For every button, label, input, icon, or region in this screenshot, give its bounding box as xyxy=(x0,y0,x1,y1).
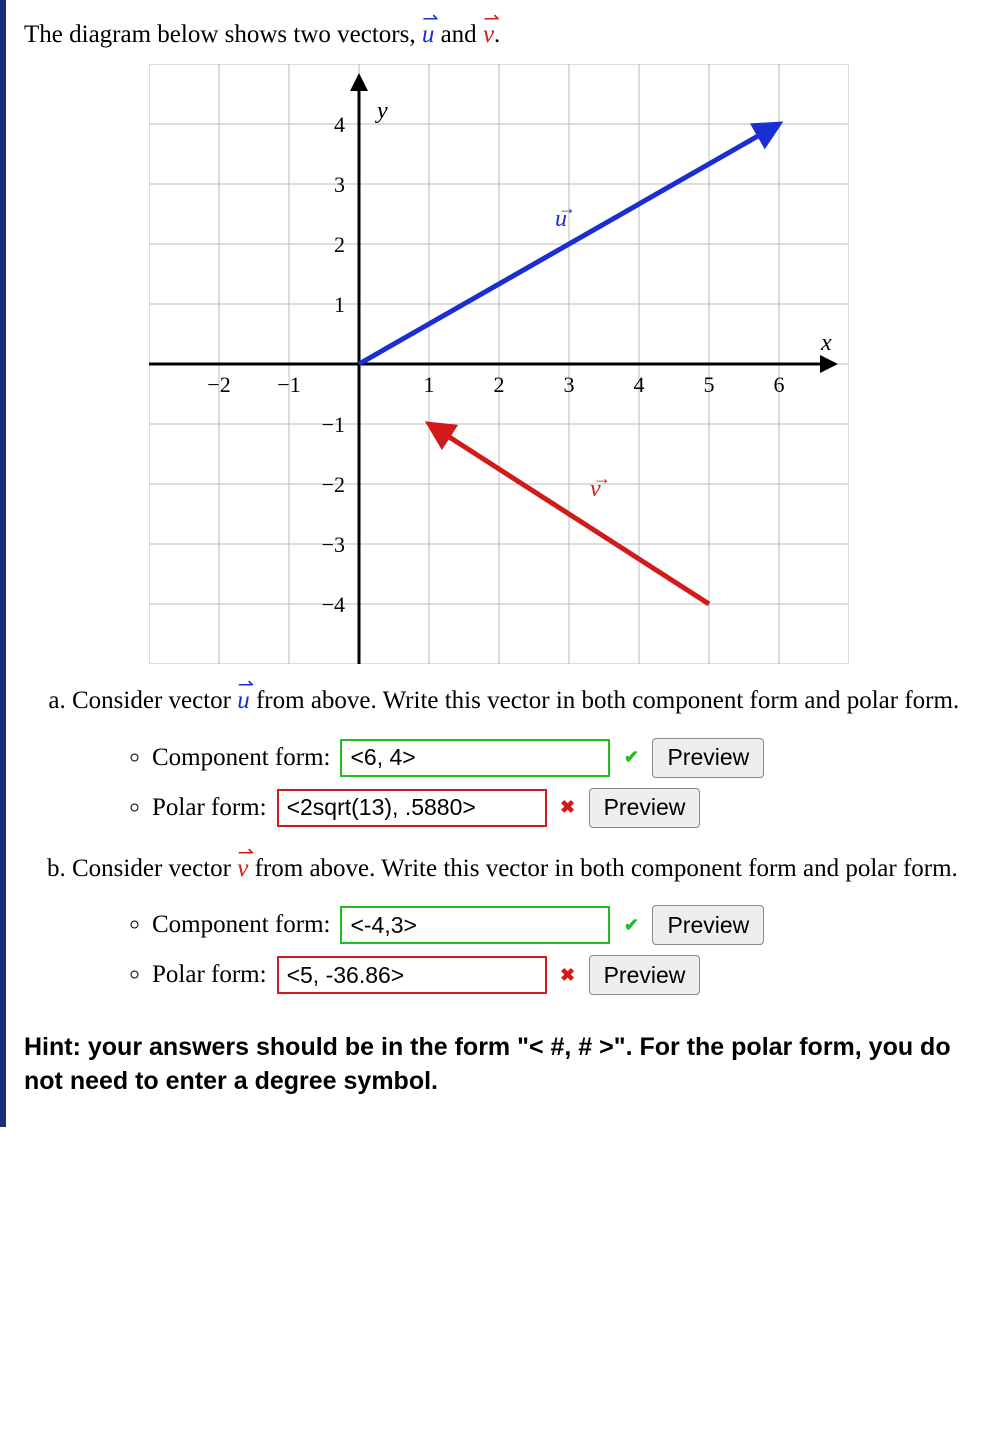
svg-text:4: 4 xyxy=(334,112,345,137)
part-a-text-before: Consider vector xyxy=(72,687,237,714)
svg-text:y: y xyxy=(375,98,388,124)
preview-button[interactable]: Preview xyxy=(589,955,701,995)
svg-text:u: u xyxy=(555,206,567,232)
svg-text:1: 1 xyxy=(334,292,345,317)
polar-label: Polar form: xyxy=(152,791,267,825)
check-icon: ✔ xyxy=(620,747,642,769)
preview-button[interactable]: Preview xyxy=(589,788,701,828)
hint-text: Hint: your answers should be in the form… xyxy=(24,1031,974,1099)
preview-button[interactable]: Preview xyxy=(652,738,764,778)
part-a-polar-input[interactable] xyxy=(277,789,547,827)
u-vector-symbol: ⇀u xyxy=(237,684,250,718)
svg-text:3: 3 xyxy=(564,372,575,397)
svg-text:5: 5 xyxy=(704,372,715,397)
part-a-component-input[interactable] xyxy=(340,739,610,777)
check-icon: ✔ xyxy=(620,914,642,936)
svg-text:4: 4 xyxy=(634,372,645,397)
component-label: Component form: xyxy=(152,908,330,942)
svg-text:−2: −2 xyxy=(207,372,230,397)
vector-chart: −2−1123456−4−3−2−11234xy→u→v xyxy=(149,64,849,664)
svg-text:v: v xyxy=(590,476,601,502)
svg-text:3: 3 xyxy=(334,172,345,197)
intro-prefix: The diagram below shows two vectors, xyxy=(24,21,422,48)
part-a: Consider vector ⇀u from above. Write thi… xyxy=(72,684,974,828)
polar-label: Polar form: xyxy=(152,958,267,992)
svg-text:−4: −4 xyxy=(322,592,345,617)
intro-mid: and xyxy=(434,21,483,48)
svg-text:−2: −2 xyxy=(322,472,345,497)
part-b: Consider vector ⇀v from above. Write thi… xyxy=(72,852,974,996)
x-icon: ✖ xyxy=(557,964,579,986)
part-b-component-input[interactable] xyxy=(340,906,610,944)
svg-text:−1: −1 xyxy=(322,412,345,437)
component-label: Component form: xyxy=(152,741,330,775)
svg-text:1: 1 xyxy=(424,372,435,397)
svg-text:x: x xyxy=(820,330,832,356)
u-vector-symbol: ⇀u xyxy=(422,18,435,52)
svg-text:−1: −1 xyxy=(277,372,300,397)
part-b-polar-input[interactable] xyxy=(277,956,547,994)
svg-text:−3: −3 xyxy=(322,532,345,557)
intro-text: The diagram below shows two vectors, ⇀u … xyxy=(24,18,974,52)
part-b-text-after: from above. Write this vector in both co… xyxy=(248,855,957,882)
svg-text:2: 2 xyxy=(494,372,505,397)
v-vector-symbol: ⇀v xyxy=(483,18,494,52)
x-icon: ✖ xyxy=(557,797,579,819)
part-b-text-before: Consider vector xyxy=(72,855,237,882)
svg-text:2: 2 xyxy=(334,232,345,257)
svg-text:6: 6 xyxy=(774,372,785,397)
preview-button[interactable]: Preview xyxy=(652,905,764,945)
v-vector-symbol: ⇀v xyxy=(237,852,248,886)
part-a-text-after: from above. Write this vector in both co… xyxy=(250,687,959,714)
